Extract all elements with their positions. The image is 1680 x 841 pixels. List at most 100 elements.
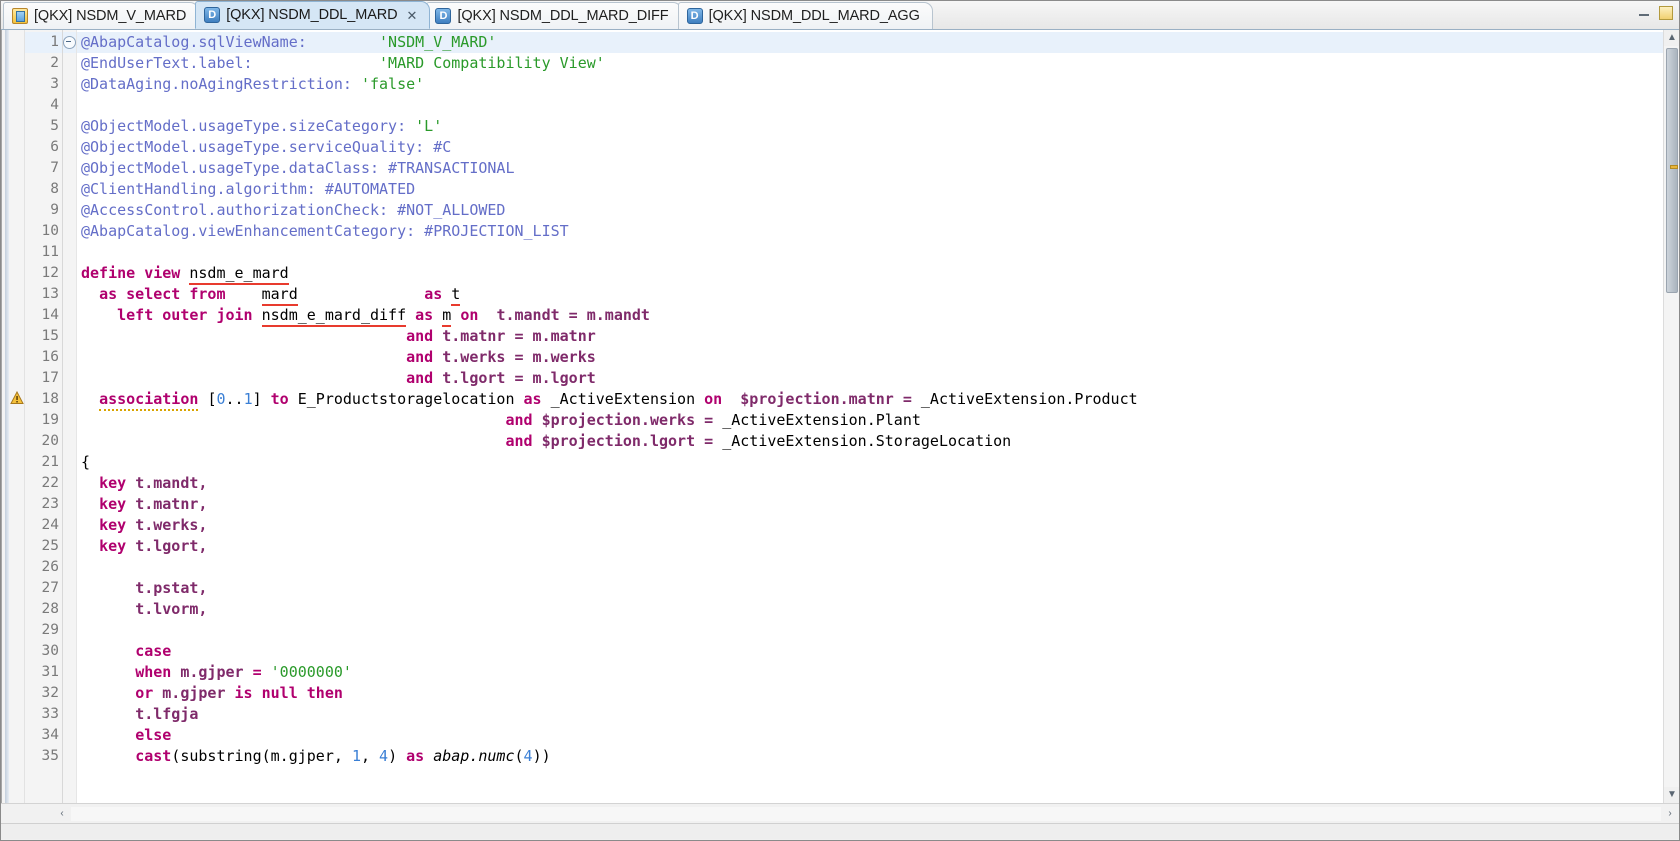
line-number: 29 — [41, 622, 59, 638]
vertical-scrollbar-thumb[interactable] — [1666, 48, 1678, 293]
code-line[interactable]: else — [77, 725, 1663, 746]
horizontal-scrollbar[interactable]: ‹ › — [1, 803, 1679, 823]
code-line[interactable]: { — [77, 452, 1663, 473]
code-line[interactable]: @ObjectModel.usageType.dataClass: #TRANS… — [77, 158, 1663, 179]
code-line[interactable]: define view nsdm_e_mard — [77, 263, 1663, 285]
code-line[interactable]: @ObjectModel.usageType.serviceQuality: #… — [77, 137, 1663, 158]
code-line[interactable] — [77, 620, 1663, 641]
code-line[interactable]: and t.lgort = m.lgort — [77, 368, 1663, 389]
code-line[interactable]: t.lvorm, — [77, 599, 1663, 620]
code-line[interactable] — [77, 95, 1663, 116]
code-token: 0 — [216, 390, 226, 408]
code-line[interactable]: when m.gjper = '0000000' — [77, 662, 1663, 683]
minimize-icon[interactable] — [1637, 5, 1652, 20]
code-token: when — [135, 663, 181, 681]
warning-icon[interactable] — [10, 391, 24, 405]
editor-tab-nsdm-ddl-mard-diff[interactable]: D [QKX] NSDM_DDL_MARD_DIFF — [426, 2, 682, 29]
code-line[interactable]: @EndUserText.label: 'MARD Compatibility … — [77, 53, 1663, 74]
code-line[interactable]: key t.werks, — [77, 515, 1663, 536]
code-token: #AUTOMATED — [324, 180, 416, 198]
fold-slot — [63, 599, 76, 620]
code-line[interactable]: t.lfgja — [77, 704, 1663, 725]
ddl-icon: D — [435, 8, 452, 24]
collapse-icon[interactable] — [63, 36, 76, 50]
code-line[interactable]: and $projection.lgort = _ActiveExtension… — [77, 431, 1663, 452]
folding-ruler[interactable] — [63, 30, 77, 803]
code-line[interactable]: and $projection.werks = _ActiveExtension… — [77, 410, 1663, 431]
scroll-down-icon[interactable]: ▼ — [1664, 787, 1679, 803]
line-number: 6 — [50, 139, 59, 155]
fold-slot — [63, 53, 76, 74]
fold-slot — [63, 725, 76, 746]
code-line[interactable]: cast(substring(m.gjper, 1, 4) as abap.nu… — [77, 746, 1663, 767]
code-token: else — [135, 726, 172, 744]
code-token: key — [99, 537, 136, 555]
editor-tab-nsdm-ddl-mard-agg[interactable]: D [QKX] NSDM_DDL_MARD_AGG — [677, 2, 933, 29]
code-line[interactable]: @ClientHandling.algorithm: #AUTOMATED — [77, 179, 1663, 200]
code-line[interactable]: and t.matnr = m.matnr — [77, 326, 1663, 347]
scroll-left-icon[interactable]: ‹ — [53, 805, 71, 823]
editor-tab-nsdm-v-mard[interactable]: [QKX] NSDM_V_MARD — [3, 2, 200, 29]
line-number: 8 — [50, 181, 59, 197]
window-controls — [1637, 5, 1673, 20]
close-icon[interactable]: ✕ — [407, 9, 418, 22]
scroll-right-icon[interactable]: › — [1661, 805, 1679, 823]
line-number: 21 — [41, 454, 59, 470]
code-line[interactable]: left outer join nsdm_e_mard_diff as m on… — [77, 305, 1663, 327]
editor-tab-nsdm-ddl-mard[interactable]: D [QKX] NSDM_DDL_MARD ✕ — [195, 1, 431, 29]
code-line[interactable]: @ObjectModel.usageType.sizeCategory: 'L' — [77, 116, 1663, 137]
line-number: 16 — [41, 349, 59, 365]
code-line[interactable]: @AbapCatalog.sqlViewName: 'NSDM_V_MARD' — [77, 32, 1663, 53]
code-line[interactable]: key t.lgort, — [77, 536, 1663, 557]
code-line[interactable]: as select from mard as t — [77, 284, 1663, 306]
code-token: case — [135, 642, 172, 660]
fold-marker-collapse[interactable] — [63, 32, 76, 53]
code-token: key — [99, 474, 136, 492]
code-line[interactable]: case — [77, 641, 1663, 662]
code-line[interactable]: @DataAging.noAgingRestriction: 'false' — [77, 74, 1663, 95]
annotation-ruler[interactable] — [2, 30, 25, 803]
code-line[interactable]: or m.gjper is null then — [77, 683, 1663, 704]
restore-icon[interactable] — [1659, 5, 1673, 20]
line-number: 23 — [41, 496, 59, 512]
fold-slot — [63, 158, 76, 179]
code-line[interactable]: @AccessControl.authorizationCheck: #NOT_… — [77, 200, 1663, 221]
code-text-area[interactable]: @AbapCatalog.sqlViewName: 'NSDM_V_MARD' @… — [77, 30, 1663, 803]
code-line[interactable]: @AbapCatalog.viewEnhancementCategory: #P… — [77, 221, 1663, 242]
code-line[interactable]: association [0..1] to E_Productstoragelo… — [77, 389, 1663, 411]
line-number: 34 — [41, 727, 59, 743]
horizontal-scrollbar-track[interactable] — [71, 806, 1661, 821]
overview-warning-marker[interactable] — [1670, 165, 1678, 169]
fold-slot — [63, 347, 76, 368]
code-token: t.pstat, — [135, 579, 208, 597]
code-token: { — [81, 453, 91, 471]
code-token: and — [505, 411, 542, 429]
vertical-scrollbar[interactable]: ▲ ▼ — [1663, 30, 1679, 803]
code-line[interactable]: key t.mandt, — [77, 473, 1663, 494]
code-line[interactable] — [77, 557, 1663, 578]
code-token: = — [252, 663, 271, 681]
code-token: t.mandt = m.mandt — [496, 306, 650, 324]
line-number: 15 — [41, 328, 59, 344]
code-line[interactable]: and t.werks = m.werks — [77, 347, 1663, 368]
code-token: , — [360, 747, 380, 765]
code-line[interactable] — [77, 242, 1663, 263]
error-underlined-token: nsdm_e_mard — [189, 264, 289, 285]
code-line[interactable]: t.pstat, — [77, 578, 1663, 599]
scroll-up-icon[interactable]: ▲ — [1664, 30, 1679, 46]
code-token: and — [505, 432, 542, 450]
fold-slot — [63, 578, 76, 599]
fold-slot — [63, 116, 76, 137]
code-token: t.lfgja — [135, 705, 199, 723]
code-line[interactable]: key t.matnr, — [77, 494, 1663, 515]
